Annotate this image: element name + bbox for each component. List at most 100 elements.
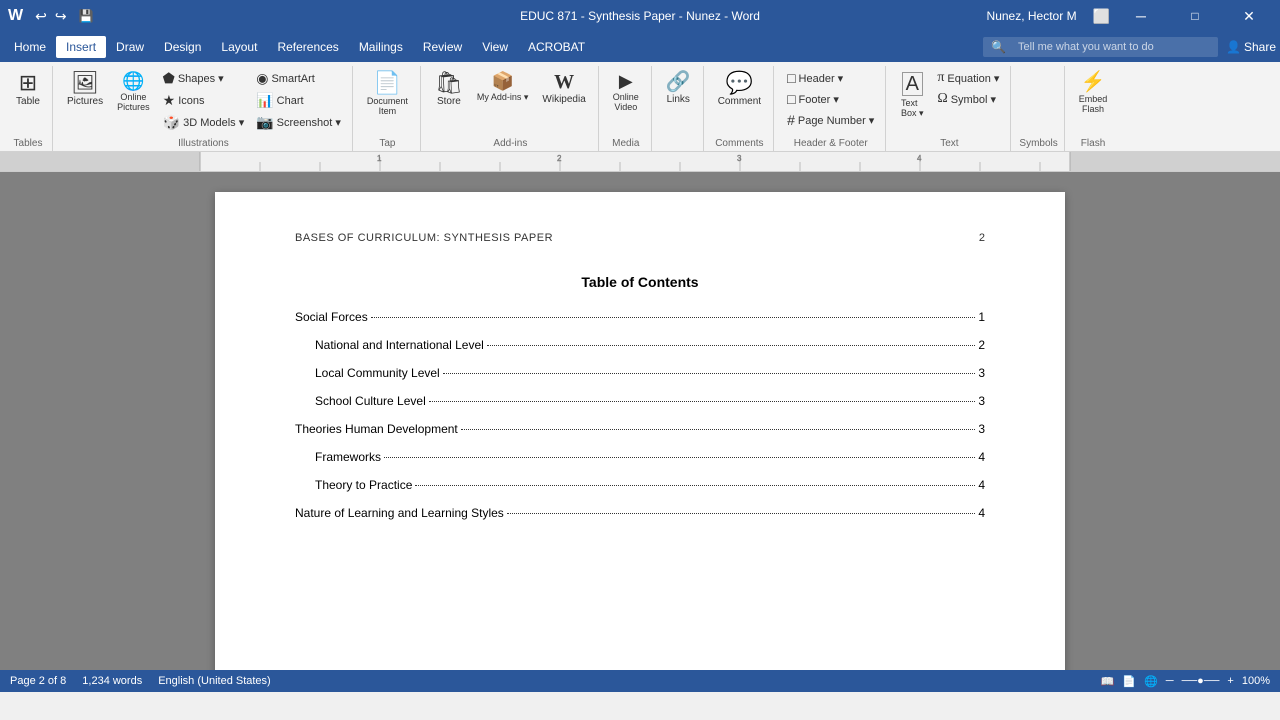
status-bar: Page 2 of 8 1,234 words English (United … [0, 670, 1280, 692]
web-layout-button[interactable]: 🌐 [1144, 675, 1158, 688]
print-layout-button[interactable]: 📄 [1122, 675, 1136, 688]
embed-flash-button[interactable]: ⚡ EmbedFlash [1073, 68, 1114, 118]
chart-button[interactable]: 📊 Chart [251, 90, 346, 111]
header-button[interactable]: □ Header ▾ [782, 68, 879, 88]
document-area[interactable]: BASES OF CURRICULUM: SYNTHESIS PAPER 2 T… [0, 172, 1280, 670]
share-label[interactable]: Share [1244, 40, 1276, 54]
links-button[interactable]: 🔗 Links [660, 68, 697, 109]
tables-group-label: Tables [10, 136, 46, 149]
wikipedia-icon: W [554, 72, 574, 92]
page-number-button[interactable]: # Page Number ▾ [782, 110, 879, 130]
toc-entry-theories: Theories Human Development 3 [295, 422, 985, 436]
text-box-icon: A [902, 72, 923, 96]
footer-button[interactable]: □ Footer ▾ [782, 89, 879, 109]
equation-button[interactable]: π Equation ▾ [932, 68, 1004, 88]
zoom-in-button[interactable]: + [1227, 675, 1233, 687]
undo-button[interactable]: ↩ [35, 8, 47, 25]
comments-group-label: Comments [712, 136, 767, 149]
tap-group-label: Tap [361, 136, 414, 149]
toc-text-national: National and International Level [315, 338, 484, 352]
menu-layout[interactable]: Layout [211, 36, 267, 58]
toc-text-nature: Nature of Learning and Learning Styles [295, 506, 504, 520]
embed-flash-icon: ⚡ [1081, 72, 1106, 92]
menu-home[interactable]: Home [4, 36, 56, 58]
search-icon: 🔍 [991, 40, 1006, 54]
icons-button[interactable]: ★ Icons [158, 90, 250, 111]
screenshot-button[interactable]: 📷 Screenshot ▾ [251, 112, 346, 133]
pictures-label: Pictures [67, 96, 103, 107]
smartart-icon: ◉ [256, 70, 268, 87]
minimize-button[interactable]: ─ [1118, 0, 1164, 32]
menu-insert[interactable]: Insert [56, 36, 106, 58]
toc-page-local: 3 [978, 366, 985, 380]
ribbon-display-button[interactable]: ⬜ [1093, 8, 1110, 25]
menu-draw[interactable]: Draw [106, 36, 154, 58]
document-item-icon: 📄 [374, 72, 401, 94]
word-count: 1,234 words [82, 675, 142, 687]
ribbon-items-text: A TextBox ▾ π Equation ▾ Ω Symbol ▾ [894, 68, 1004, 136]
footer-label: Footer ▾ [799, 93, 839, 106]
toc-entry-social-forces: Social Forces 1 [295, 310, 985, 324]
toc-dots-nature [507, 513, 976, 514]
online-video-button[interactable]: ▶ OnlineVideo [607, 68, 645, 116]
text-box-button[interactable]: A TextBox ▾ [894, 68, 930, 123]
ribbon-items-tap: 📄 DocumentItem [361, 68, 414, 136]
my-addins-icon: 📦 [491, 72, 513, 90]
wikipedia-label: Wikipedia [542, 94, 585, 105]
flash-group-label: Flash [1073, 136, 1114, 149]
ribbon-items-comments: 💬 Comment [712, 68, 767, 136]
user-name: Nunez, Hector M [987, 9, 1077, 23]
my-addins-label: My Add-ins ▾ [477, 92, 529, 103]
document-item-button[interactable]: 📄 DocumentItem [361, 68, 414, 120]
autosave-button[interactable]: 💾 [79, 9, 94, 23]
symbol-button[interactable]: Ω Symbol ▾ [932, 89, 1004, 109]
wikipedia-button[interactable]: W Wikipedia [536, 68, 591, 109]
my-addins-button[interactable]: 📦 My Add-ins ▾ [471, 68, 535, 107]
menu-design[interactable]: Design [154, 36, 211, 58]
redo-button[interactable]: ↪ [55, 8, 67, 25]
equation-label: Equation ▾ [947, 72, 999, 85]
zoom-slider[interactable]: ──●── [1182, 675, 1220, 687]
toc-entry-theory-practice: Theory to Practice 4 [295, 478, 985, 492]
ruler: 1 2 3 4 [0, 152, 1280, 172]
zoom-out-button[interactable]: ─ [1166, 675, 1174, 687]
menu-view[interactable]: View [472, 36, 518, 58]
title-bar: W ↩ ↪ 💾 EDUC 871 - Synthesis Paper - Nun… [0, 0, 1280, 32]
header-footer-group-label: Header & Footer [782, 136, 879, 149]
illustrations-column2: ◉ SmartArt 📊 Chart 📷 Screenshot ▾ [251, 68, 346, 133]
comment-button[interactable]: 💬 Comment [712, 68, 767, 111]
toc-text-local: Local Community Level [315, 366, 440, 380]
toc-text-school: School Culture Level [315, 394, 426, 408]
addins-group-label: Add-ins [429, 136, 592, 149]
table-button[interactable]: ⊞ Table [10, 68, 46, 111]
maximize-button[interactable]: □ [1172, 0, 1218, 32]
menu-mailings[interactable]: Mailings [349, 36, 413, 58]
menu-review[interactable]: Review [413, 36, 472, 58]
tell-me-input[interactable] [1010, 39, 1210, 55]
pictures-button[interactable]: 🖼 Pictures [61, 68, 109, 111]
toc-dots-theories [461, 429, 976, 430]
menu-acrobat[interactable]: ACROBAT [518, 36, 595, 58]
document-page: BASES OF CURRICULUM: SYNTHESIS PAPER 2 T… [215, 192, 1065, 670]
online-pictures-button[interactable]: 🌐 OnlinePictures [111, 68, 156, 116]
read-mode-button[interactable]: 📖 [1101, 675, 1115, 688]
page-number-icon: # [787, 112, 795, 128]
ribbon-items-illustrations: 🖼 Pictures 🌐 OnlinePictures ⬟ Shapes ▾ ★… [61, 68, 346, 136]
store-button[interactable]: 🛍 Store [429, 68, 469, 111]
smartart-button[interactable]: ◉ SmartArt [251, 68, 346, 89]
shapes-button[interactable]: ⬟ Shapes ▾ [158, 68, 250, 89]
chart-label: Chart [277, 95, 304, 107]
ribbon-items-links: 🔗 Links [660, 68, 697, 147]
search-bar[interactable]: 🔍 [983, 37, 1218, 57]
text-group-label: Text [894, 136, 1004, 149]
page-number-label: Page Number ▾ [798, 114, 874, 127]
toc-page-nature: 4 [978, 506, 985, 520]
toc-page-social-forces: 1 [978, 310, 985, 324]
page-number-display: 2 [979, 232, 985, 244]
comment-label: Comment [718, 96, 761, 107]
main-container: BASES OF CURRICULUM: SYNTHESIS PAPER 2 T… [0, 172, 1280, 670]
toc-entry-school: School Culture Level 3 [295, 394, 985, 408]
3d-models-button[interactable]: 🎲 3D Models ▾ [158, 112, 250, 133]
menu-references[interactable]: References [267, 36, 348, 58]
close-button[interactable]: ✕ [1226, 0, 1272, 32]
